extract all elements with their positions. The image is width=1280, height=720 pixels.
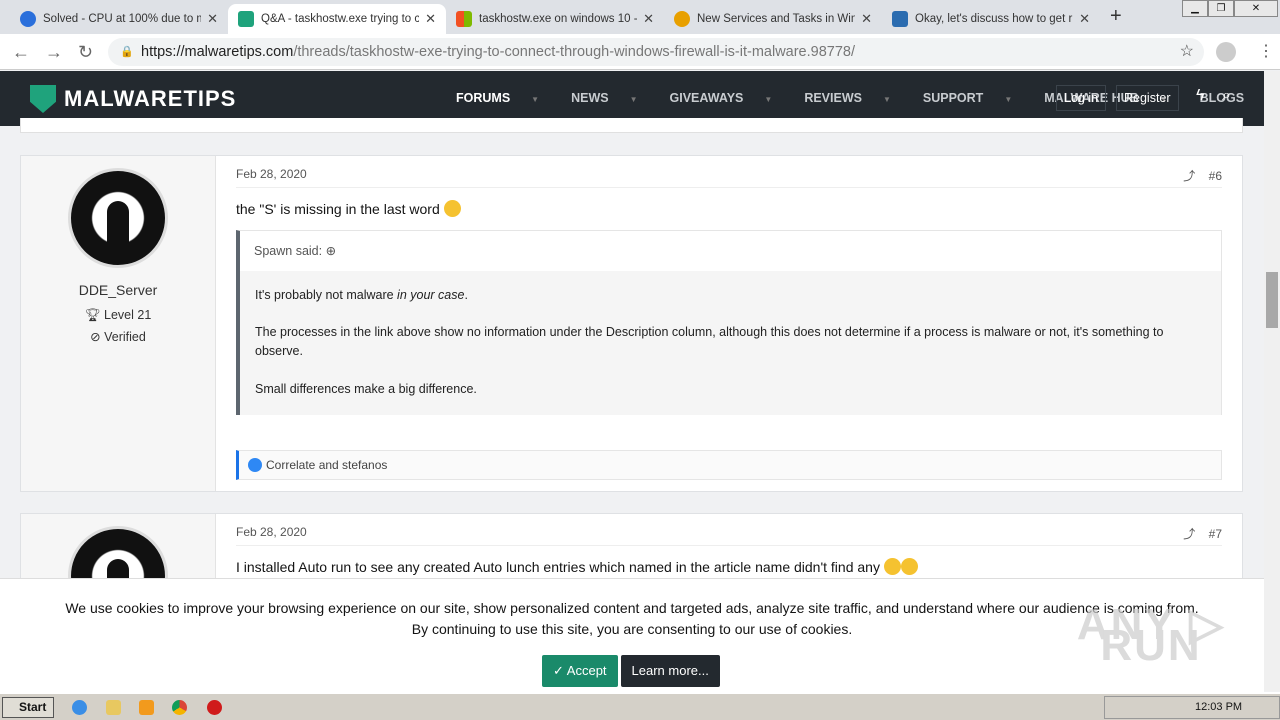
tab-favicon-icon <box>20 11 36 27</box>
accept-cookies-button[interactable]: ✓ Accept <box>542 655 618 687</box>
post-6: DDE_Server 🏆︎ Level 21 ⊘ Verified Feb 28… <box>20 155 1243 492</box>
browser-tab[interactable]: Solved - CPU at 100% due to m ✕ <box>10 4 228 34</box>
explorer-icon[interactable] <box>106 700 121 715</box>
user-panel: DDE_Server 🏆︎ Level 21 ⊘ Verified <box>21 156 216 491</box>
avatar[interactable] <box>68 168 168 268</box>
reactions-bar[interactable]: Correlate and stefanos <box>236 450 1222 480</box>
chrome-icon[interactable] <box>172 700 187 715</box>
share-icon[interactable]: ⤴ <box>1183 527 1195 541</box>
user-verified: ⊘ Verified <box>90 330 146 344</box>
register-button[interactable]: Register <box>1116 85 1179 111</box>
logo-icon <box>30 85 56 113</box>
login-button[interactable]: Log in <box>1056 85 1107 111</box>
anyrun-watermark: ANY ▷ RUN <box>1076 600 1226 670</box>
like-icon <box>248 458 262 472</box>
clock[interactable]: 12:03 PM <box>1195 701 1242 713</box>
url-input[interactable]: 🔒 https://malwaretips.com/threads/taskhos… <box>108 38 1204 66</box>
username-link[interactable]: DDE_Server <box>21 282 215 298</box>
thinking-emoji-icon <box>900 558 918 575</box>
back-icon[interactable]: ← <box>12 42 30 63</box>
close-tab-icon[interactable]: ✕ <box>1079 11 1090 27</box>
nav-news[interactable]: NEWS ▼ <box>571 91 653 121</box>
thinking-emoji-icon <box>883 558 901 575</box>
post-meta: ⤴ #7 <box>1183 525 1222 542</box>
learn-more-button[interactable]: Learn more... <box>620 655 720 687</box>
tab-favicon-icon <box>674 11 690 27</box>
wink-emoji-icon <box>443 200 461 217</box>
search-icon[interactable]: ⌕ <box>1222 87 1231 105</box>
previous-post-edge <box>20 118 1243 133</box>
nav-giveaways[interactable]: GIVEAWAYS ▼ <box>670 91 789 121</box>
whats-new-lightning-icon[interactable]: ϟ <box>1196 87 1204 105</box>
quote-header: Spawn said: ⊕ <box>240 231 1221 271</box>
nav-forums[interactable]: FORUMS ▼ <box>456 91 556 121</box>
quote-block: Spawn said: ⊕ It's probably not malware … <box>236 230 1222 415</box>
windows-taskbar: Start 12:03 PM <box>0 692 1280 720</box>
browser-tab[interactable]: New Services and Tasks in Win ✕ <box>664 4 882 34</box>
tab-favicon-icon <box>892 11 908 27</box>
trophy-icon: 🏆︎ <box>84 308 105 322</box>
go-to-quote-icon[interactable]: ⊕ <box>326 244 336 258</box>
star-icon[interactable]: ☆ <box>1180 38 1194 66</box>
new-tab-button[interactable]: + <box>1110 5 1122 28</box>
share-icon[interactable]: ⤴ <box>1183 169 1195 183</box>
close-window-icon[interactable]: ✕ <box>1234 0 1278 17</box>
post-date[interactable]: Feb 28, 2020 <box>236 167 307 181</box>
post-text: the "S' is missing in the last word <box>236 200 461 217</box>
post-meta: ⤴ #6 <box>1183 167 1222 184</box>
cookie-notice: We use cookies to improve your browsing … <box>0 578 1264 692</box>
system-tray: 12:03 PM <box>1104 696 1280 719</box>
user-level: 🏆︎ Level 21 <box>84 308 152 322</box>
browser-tab[interactable]: taskhostw.exe on windows 10 - ✕ <box>446 4 664 34</box>
page-scrollbar[interactable] <box>1264 71 1280 691</box>
post-number[interactable]: #7 <box>1209 527 1222 541</box>
close-tab-icon[interactable]: ✕ <box>207 11 218 27</box>
close-tab-icon[interactable]: ✕ <box>861 11 872 27</box>
post-date[interactable]: Feb 28, 2020 <box>236 525 307 539</box>
browser-tab-active[interactable]: Q&A - taskhostw.exe trying to c ✕ <box>228 4 446 34</box>
minimize-icon[interactable]: ▁ <box>1182 0 1208 17</box>
tab-favicon-icon <box>456 11 472 27</box>
post-text: I installed Auto run to see any created … <box>236 558 918 575</box>
nav-support[interactable]: SUPPORT ▼ <box>923 91 1028 121</box>
close-tab-icon[interactable]: ✕ <box>425 11 436 27</box>
start-button[interactable]: Start <box>2 697 54 718</box>
restore-icon[interactable]: ❐ <box>1208 0 1234 17</box>
close-tab-icon[interactable]: ✕ <box>643 11 654 27</box>
lock-icon: 🔒 <box>120 46 134 58</box>
nav-reviews[interactable]: REVIEWS ▼ <box>804 91 907 121</box>
site-logo[interactable]: MALWARETIPS <box>30 85 236 113</box>
ie-icon[interactable] <box>72 700 87 715</box>
menu-icon[interactable]: ⋮ <box>1258 41 1274 61</box>
profile-avatar[interactable] <box>1216 42 1236 62</box>
check-circle-icon: ⊘ <box>90 330 105 344</box>
tab-favicon-icon <box>238 11 254 27</box>
opera-icon[interactable] <box>207 700 222 715</box>
post-number[interactable]: #6 <box>1209 169 1222 183</box>
scrollbar-thumb[interactable] <box>1266 272 1278 328</box>
forward-icon[interactable]: → <box>45 42 63 63</box>
address-bar-row: ← → ↻ 🔒 https://malwaretips.com/threads/t… <box>0 34 1280 70</box>
browser-tab[interactable]: Okay, let's discuss how to get r ✕ <box>882 4 1100 34</box>
media-player-icon[interactable] <box>139 700 154 715</box>
reload-icon[interactable]: ↻ <box>78 42 93 63</box>
browser-tab-strip: Solved - CPU at 100% due to m ✕ Q&A - tas… <box>0 0 1280 34</box>
